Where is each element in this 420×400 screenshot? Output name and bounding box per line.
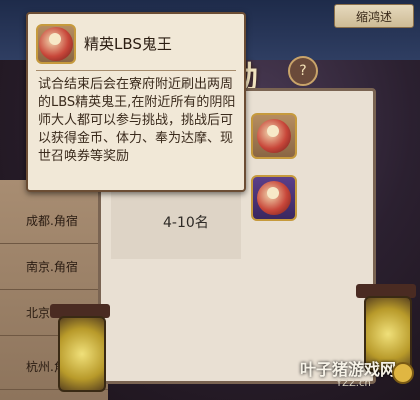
ghost-king-icon: [36, 24, 76, 64]
tooltip-header: 精英LBS鬼王: [34, 20, 238, 66]
reward-tooltip: 精英LBS鬼王 试合结束后会在寮府附近刷出两周的LBS精英鬼王,在附近所有的阴阳…: [26, 12, 246, 192]
help-button[interactable]: ?: [288, 56, 318, 86]
tooltip-divider: [36, 70, 236, 71]
reward-slot-purple[interactable]: [251, 175, 297, 221]
game-scene: 缩鸿述 励 ? 成都.角宿 南京.角宿 北京 杭州.角 4-10名 精英LBS鬼…: [0, 0, 420, 400]
region-row[interactable]: 成都.角宿: [0, 198, 108, 244]
reward-slot-ghost-king[interactable]: [251, 113, 297, 159]
tooltip-description: 试合结束后会在寮府附近刷出两周的LBS精英鬼王,在附近所有的阴阳师大人都可以参与…: [38, 77, 236, 164]
rank-range-label: 4-10名: [163, 215, 209, 231]
lantern-icon: [58, 316, 106, 392]
top-right-label[interactable]: 缩鸿述: [334, 4, 414, 28]
ghost-king-face-icon: [39, 27, 73, 61]
region-row[interactable]: 南京.角宿: [0, 244, 108, 290]
ghost-king-reward-icon: [257, 119, 291, 153]
watermark-brand: 叶子猪游戏网: [300, 360, 397, 379]
watermark-url: YZZ.cn: [336, 378, 371, 389]
tooltip-title: 精英LBS鬼王: [84, 35, 172, 53]
purple-ghost-reward-icon: [257, 181, 291, 215]
watermark-logo-icon: [392, 362, 414, 384]
